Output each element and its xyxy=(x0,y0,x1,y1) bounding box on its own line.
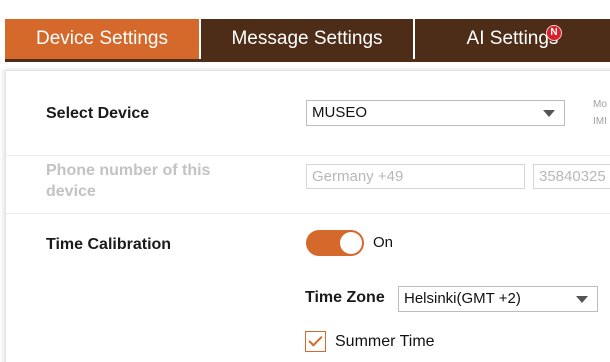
country-code-field[interactable]: Germany +49 xyxy=(306,164,525,189)
tab-label: Device Settings xyxy=(35,28,168,49)
tab-label: AI Settings xyxy=(466,28,559,49)
phone-number-field[interactable]: 35840325 xyxy=(533,164,610,189)
time-calibration-label: Time Calibration xyxy=(46,236,172,253)
tab-device-settings[interactable]: Device Settings xyxy=(5,19,199,59)
side-note-line: IMI xyxy=(593,116,607,127)
device-select-value: MUSEO xyxy=(312,104,368,121)
time-calibration-toggle[interactable] xyxy=(306,230,364,256)
toggle-state-label: On xyxy=(373,234,394,251)
row-divider xyxy=(6,155,610,156)
chevron-down-icon xyxy=(576,296,588,303)
tab-underline xyxy=(5,59,610,62)
summer-time-checkbox[interactable] xyxy=(305,331,326,352)
tab-label: Message Settings xyxy=(231,28,383,49)
tab-bar: Device Settings Message Settings AI Sett… xyxy=(0,0,610,62)
toggle-knob xyxy=(340,232,362,254)
time-zone-select[interactable]: Helsinki(GMT +2) xyxy=(398,286,598,312)
time-zone-label: Time Zone xyxy=(305,289,385,306)
tab-ai-settings[interactable]: AI Settings N xyxy=(415,19,610,59)
chevron-down-icon xyxy=(543,110,555,117)
device-select[interactable]: MUSEO xyxy=(306,100,565,126)
tab-message-settings[interactable]: Message Settings xyxy=(201,19,413,59)
summer-time-label: Summer Time xyxy=(335,333,435,350)
checkmark-icon xyxy=(308,332,323,347)
phone-number-label: Phone number of this device xyxy=(46,162,211,200)
device-side-note: Mo IMI xyxy=(593,96,607,130)
time-zone-value: Helsinki(GMT +2) xyxy=(404,290,521,307)
side-note-line: Mo xyxy=(593,99,607,110)
new-badge: N xyxy=(546,25,562,41)
row-divider xyxy=(6,213,610,214)
select-device-label: Select Device xyxy=(46,105,150,122)
